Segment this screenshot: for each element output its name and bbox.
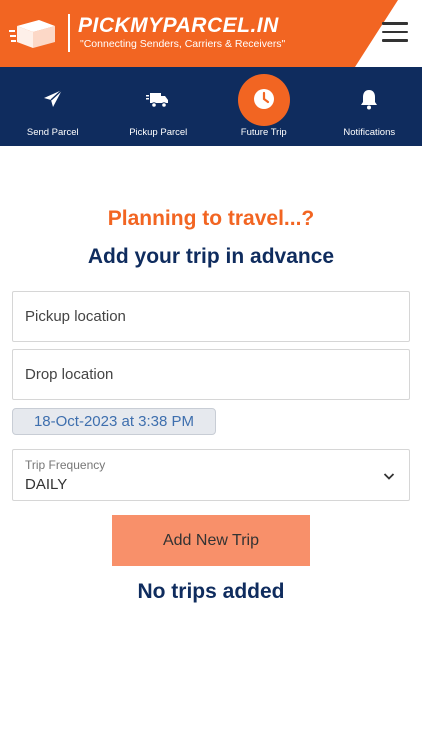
bell-icon [357, 87, 381, 111]
tab-label: Future Trip [240, 127, 287, 138]
tab-send-parcel[interactable]: Send Parcel [0, 67, 106, 146]
tab-notifications[interactable]: Notifications [317, 67, 422, 146]
tab-future-trip[interactable]: Future Trip [211, 67, 317, 146]
tab-pickup-parcel[interactable]: Pickup Parcel [106, 67, 212, 146]
trip-frequency-value: DAILY [25, 476, 68, 493]
trip-datetime-picker[interactable]: 18-Oct-2023 at 3:38 PM [12, 408, 216, 435]
app-header: PICKMYPARCEL.IN "Connecting Senders, Car… [0, 0, 422, 67]
chevron-down-icon [383, 469, 395, 481]
logo-divider [68, 14, 70, 52]
tab-label: Pickup Parcel [129, 127, 188, 138]
trip-frequency-select[interactable]: Trip Frequency DAILY [12, 449, 410, 501]
brand-name: PICKMYPARCEL.IN [78, 14, 279, 37]
truck-icon [146, 87, 170, 111]
pickup-location-input[interactable] [12, 291, 410, 342]
tab-label: Notifications [343, 127, 396, 138]
add-new-trip-button[interactable]: Add New Trip [112, 515, 310, 566]
parcel-truck-logo-icon [9, 16, 61, 52]
hamburger-menu-icon[interactable] [382, 22, 408, 44]
paper-plane-icon [41, 87, 65, 111]
drop-location-input[interactable] [12, 349, 410, 400]
planning-heading: Planning to travel...? [107, 207, 315, 230]
clock-icon [252, 87, 276, 111]
tab-label: Send Parcel [26, 127, 79, 138]
brand-tagline: "Connecting Senders, Carriers & Receiver… [80, 38, 286, 50]
bottom-tab-nav: Send Parcel Pickup Parcel Future Trip No… [0, 67, 422, 146]
empty-trips-message: No trips added [137, 580, 285, 603]
trip-frequency-label: Trip Frequency [25, 458, 106, 472]
advance-heading: Add your trip in advance [87, 245, 335, 268]
